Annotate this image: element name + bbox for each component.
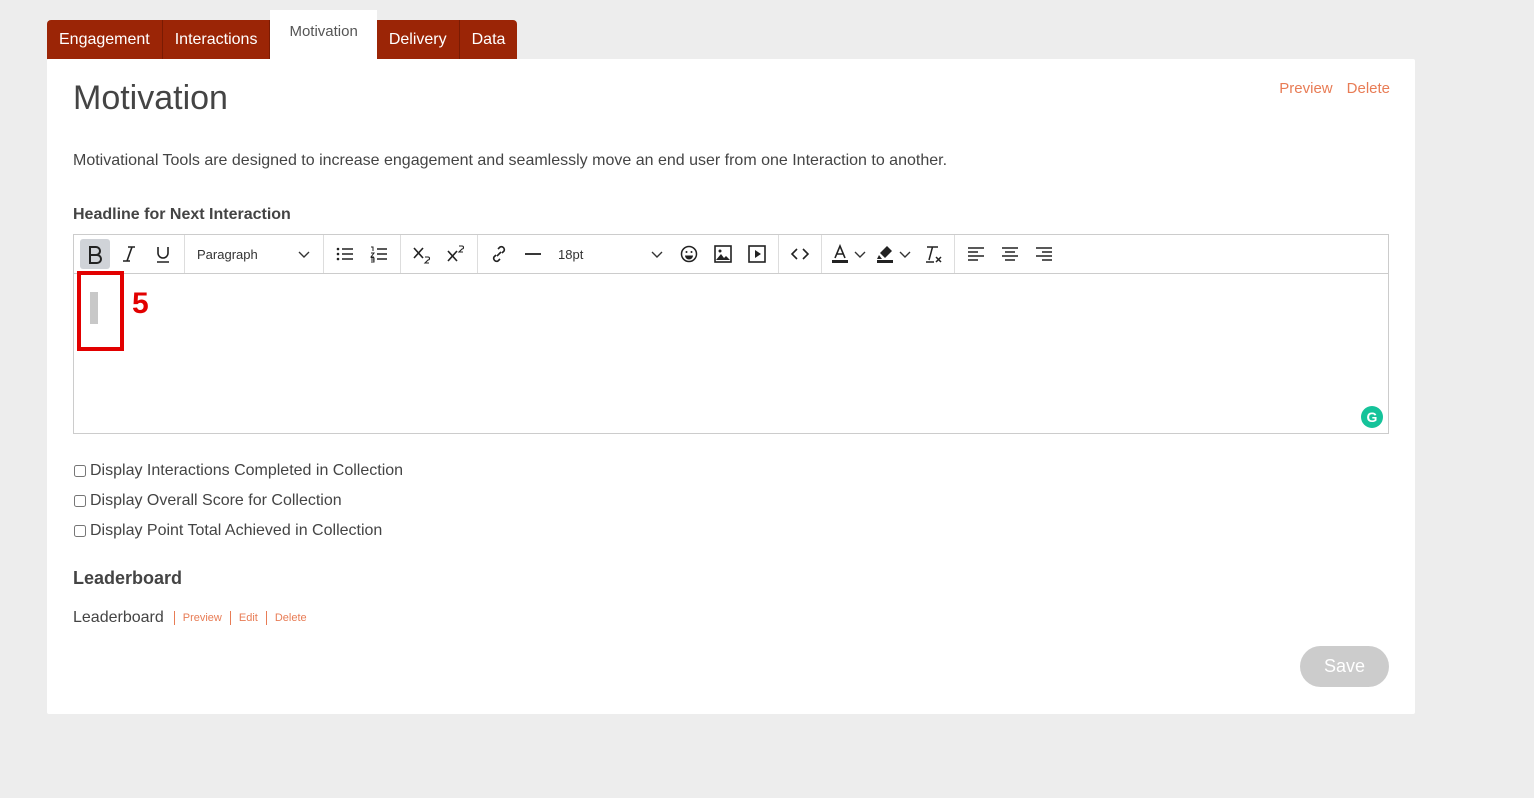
text-color-button[interactable] xyxy=(830,244,867,264)
page-title: Motivation xyxy=(73,79,228,117)
point-total-label: Display Point Total Achieved in Collecti… xyxy=(90,522,383,539)
tab-bar: Engagement Interactions Motivation Deliv… xyxy=(47,10,518,59)
leaderboard-section-title: Leaderboard xyxy=(73,568,183,588)
code-icon xyxy=(790,248,810,260)
align-left-icon xyxy=(968,247,984,261)
chevron-down-icon xyxy=(651,251,663,258)
leaderboard-row: Leaderboard Preview Edit Delete xyxy=(73,609,315,627)
bold-button[interactable] xyxy=(80,239,110,269)
numbered-list-icon xyxy=(370,246,387,263)
tab-motivation[interactable]: Motivation xyxy=(270,10,377,59)
tab-engagement[interactable]: Engagement xyxy=(47,20,163,59)
display-options: Display Interactions Completed in Collec… xyxy=(73,452,403,550)
annotation-number: 5 xyxy=(132,287,149,320)
interactions-completed-label: Display Interactions Completed in Collec… xyxy=(90,462,404,479)
subscript-button[interactable] xyxy=(407,239,437,269)
motivation-panel: Motivation Preview Delete Motivational T… xyxy=(47,59,1415,714)
italic-icon xyxy=(123,246,135,262)
editor-toolbar: Paragraph 18pt xyxy=(74,235,1388,274)
horizontal-line-icon xyxy=(525,253,541,255)
rich-text-editor: Paragraph 18pt 5 G xyxy=(73,234,1389,434)
option-point-total[interactable]: Display Point Total Achieved in Collecti… xyxy=(73,512,403,550)
clear-formatting-button[interactable] xyxy=(918,239,948,269)
overall-score-checkbox[interactable] xyxy=(74,495,86,507)
image-icon xyxy=(714,245,732,263)
align-right-icon xyxy=(1036,247,1052,261)
align-center-icon xyxy=(1002,247,1018,261)
chevron-down-icon xyxy=(298,251,310,258)
clear-formatting-icon xyxy=(926,246,942,263)
leaderboard-delete-link[interactable]: Delete xyxy=(265,611,315,625)
font-size-value: 18pt xyxy=(558,246,584,262)
video-icon xyxy=(748,245,766,263)
link-button[interactable] xyxy=(484,239,514,269)
image-button[interactable] xyxy=(708,239,738,269)
media-button[interactable] xyxy=(742,239,772,269)
point-total-checkbox[interactable] xyxy=(74,525,86,537)
emoji-icon xyxy=(680,245,698,263)
annotation-box xyxy=(77,271,124,351)
chevron-down-icon xyxy=(899,251,911,258)
align-right-button[interactable] xyxy=(1029,239,1059,269)
text-color-icon xyxy=(832,244,848,263)
superscript-button[interactable] xyxy=(441,239,471,269)
chevron-down-icon xyxy=(854,251,866,258)
leaderboard-preview-link[interactable]: Preview xyxy=(173,611,230,625)
delete-link[interactable]: Delete xyxy=(1347,80,1390,97)
block-format-select[interactable]: Paragraph xyxy=(189,239,319,269)
page-actions: Preview Delete xyxy=(1279,80,1390,97)
tab-delivery[interactable]: Delivery xyxy=(376,20,460,59)
highlighter-icon xyxy=(877,246,893,263)
page-description: Motivational Tools are designed to incre… xyxy=(73,152,948,169)
link-icon xyxy=(492,245,506,263)
font-size-select[interactable]: 18pt xyxy=(550,239,672,269)
bullet-list-icon xyxy=(336,247,353,261)
bold-icon xyxy=(89,246,102,264)
interactions-completed-checkbox[interactable] xyxy=(74,465,86,477)
subscript-icon xyxy=(413,247,430,264)
superscript-icon xyxy=(447,245,464,262)
preview-link[interactable]: Preview xyxy=(1279,80,1332,97)
italic-button[interactable] xyxy=(114,239,144,269)
overall-score-label: Display Overall Score for Collection xyxy=(90,492,342,509)
horizontal-line-button[interactable] xyxy=(518,239,548,269)
save-button[interactable]: Save xyxy=(1300,646,1389,687)
block-format-value: Paragraph xyxy=(197,246,258,262)
highlight-color-button[interactable] xyxy=(875,244,912,264)
emoji-button[interactable] xyxy=(674,239,704,269)
bullet-list-button[interactable] xyxy=(330,239,360,269)
numbered-list-button[interactable] xyxy=(364,239,394,269)
tab-data[interactable]: Data xyxy=(459,20,518,59)
underline-icon xyxy=(157,247,169,263)
leaderboard-edit-link[interactable]: Edit xyxy=(229,611,266,625)
leaderboard-name: Leaderboard xyxy=(73,609,164,626)
align-center-button[interactable] xyxy=(995,239,1025,269)
align-left-button[interactable] xyxy=(961,239,991,269)
grammarly-icon[interactable]: G xyxy=(1361,406,1383,428)
underline-button[interactable] xyxy=(148,239,178,269)
headline-label: Headline for Next Interaction xyxy=(73,206,291,223)
editor-content-area[interactable]: 5 G xyxy=(74,271,1388,433)
source-code-button[interactable] xyxy=(785,239,815,269)
tab-interactions[interactable]: Interactions xyxy=(162,20,271,59)
